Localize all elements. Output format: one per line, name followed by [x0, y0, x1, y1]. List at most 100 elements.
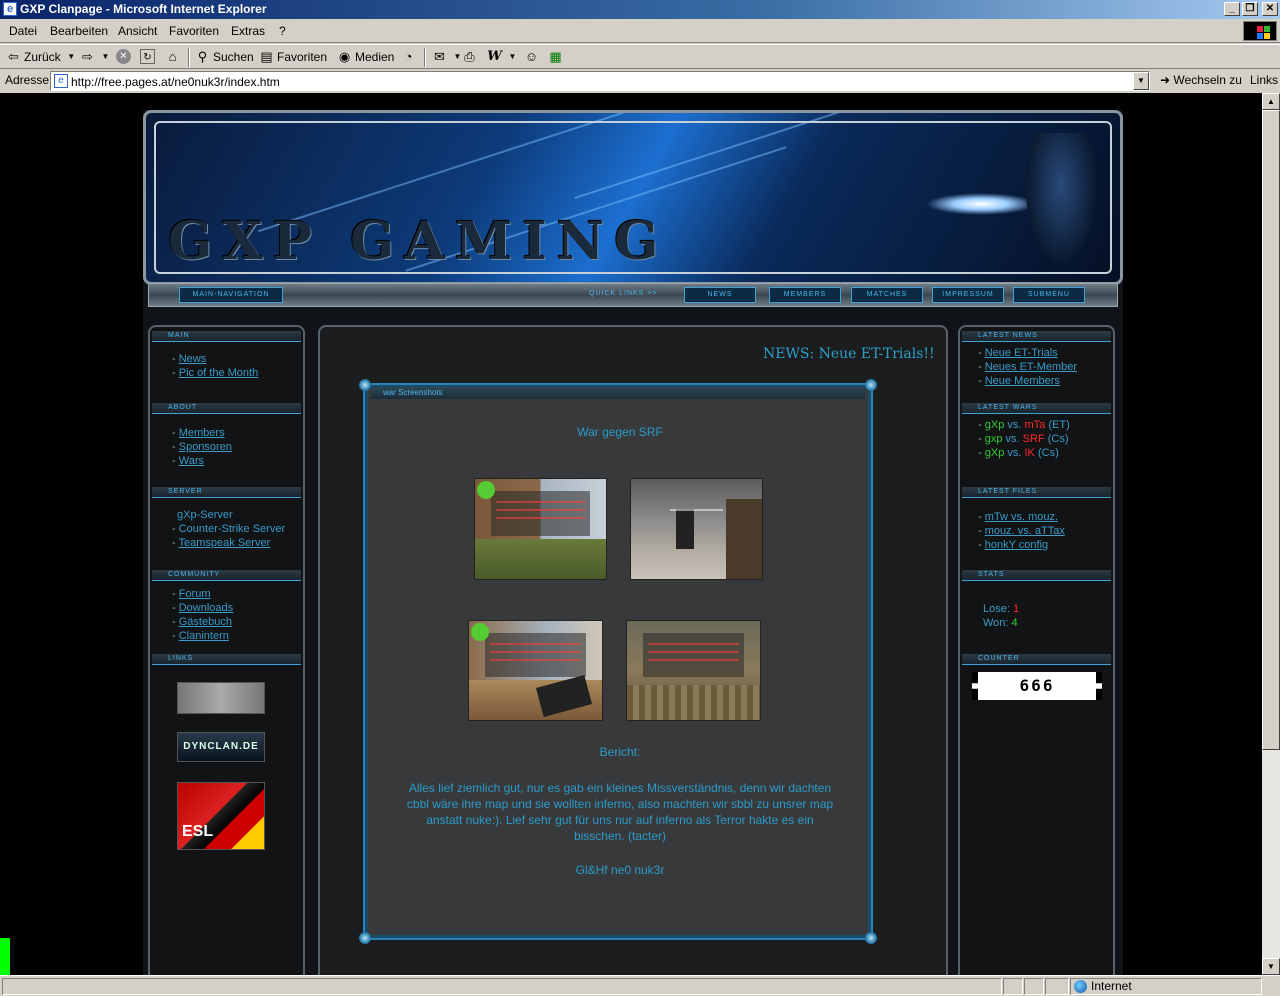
nav-news[interactable]: NEWS: [684, 287, 756, 303]
sidebar-item-members[interactable]: - Members: [172, 427, 225, 439]
sidebar-item-cs-server: - Counter-Strike Server: [172, 523, 286, 535]
visitor-counter: 666: [972, 672, 1102, 700]
research-button[interactable]: ▦: [548, 49, 563, 64]
banner-title: GXP GAMING: [168, 211, 669, 272]
address-label: Adresse: [5, 73, 50, 87]
report-label: Bericht:: [599, 745, 641, 759]
mail-icon: ✉: [434, 49, 445, 64]
latest-wars-heading: LATEST WARS: [962, 403, 1111, 414]
nav-matches[interactable]: MATCHES: [851, 287, 923, 303]
address-bar: Adresse e http://free.pages.at/ne0nuk3r/…: [0, 70, 1280, 92]
clan-site: GXP GAMING MAIN-NAVIGATION QUICK LINKS >…: [143, 110, 1123, 975]
screenshot-thumbnail[interactable]: [468, 620, 603, 721]
latest-files-heading: LATEST FILES: [962, 487, 1111, 498]
address-input[interactable]: e http://free.pages.at/ne0nuk3r/index.ht…: [50, 71, 1150, 91]
mail-button[interactable]: ✉ ▼: [432, 49, 465, 64]
status-cell: [1003, 978, 1023, 995]
dropdown-arrow-icon[interactable]: ▼: [64, 49, 79, 64]
messenger-icon: ☺: [524, 49, 539, 64]
maximize-button[interactable]: ❐: [1242, 2, 1258, 16]
ie-icon: e: [3, 2, 17, 16]
media-button[interactable]: ◉ Medien: [337, 49, 395, 64]
sidebar-item-wars[interactable]: - Wars: [172, 455, 204, 467]
nav-members[interactable]: MEMBERS: [769, 287, 841, 303]
right-sidebar: LATEST NEWS - Neue ET-Trials - Neues ET-…: [958, 325, 1115, 975]
corner-knob: [359, 932, 371, 944]
menu-bar: Datei Bearbeiten Ansicht Favoriten Extra…: [0, 19, 1280, 43]
nav-impressum[interactable]: IMPRESSUM: [932, 287, 1004, 303]
menu-help[interactable]: ?: [279, 24, 286, 38]
edit-button[interactable]: W ▼: [487, 49, 520, 64]
counter-heading: COUNTER: [962, 654, 1111, 665]
file-link[interactable]: - mouz. vs. aTTax: [978, 525, 1065, 537]
dropdown-arrow-icon[interactable]: ▼: [98, 49, 113, 64]
scroll-down-arrow-icon[interactable]: ▼: [1262, 958, 1280, 975]
home-icon: ⌂: [168, 49, 177, 64]
sidebar-item-teamspeak-server[interactable]: - Teamspeak Server: [172, 537, 270, 549]
go-button[interactable]: ➜ Wechseln zu: [1160, 73, 1242, 87]
favorites-label: Favoriten: [277, 49, 328, 64]
back-arrow-icon: ⇦: [8, 49, 19, 64]
latest-news-item[interactable]: - Neue Members: [978, 375, 1060, 387]
minimize-button[interactable]: _: [1224, 2, 1240, 16]
file-link[interactable]: - mTw vs. mouz.: [978, 511, 1058, 523]
history-button[interactable]: ◔: [401, 49, 416, 64]
menu-datei[interactable]: Datei: [9, 24, 37, 38]
stats-lose: Lose: 1: [983, 603, 1020, 615]
links-button[interactable]: Links: [1250, 73, 1278, 87]
media-icon: ◉: [338, 49, 351, 64]
sidebar-item-downloads[interactable]: - Downloads: [172, 602, 233, 614]
address-url[interactable]: http://free.pages.at/ne0nuk3r/index.htm: [71, 75, 280, 89]
close-button[interactable]: ✕: [1262, 2, 1278, 16]
sidebar-item-clanintern[interactable]: - Clanintern: [172, 630, 229, 642]
scrollbar-thumb[interactable]: [1262, 110, 1280, 750]
stop-button[interactable]: ✕: [116, 49, 131, 64]
go-arrow-icon: ➜: [1160, 73, 1171, 87]
status-cell: [1045, 978, 1069, 995]
latest-news-item[interactable]: - Neue ET-Trials: [978, 347, 1058, 359]
screenshot-thumbnail[interactable]: [474, 478, 607, 580]
menu-bearbeiten[interactable]: Bearbeiten: [50, 24, 108, 38]
link-banner-clan[interactable]: [177, 682, 265, 714]
menu-ansicht[interactable]: Ansicht: [118, 24, 157, 38]
history-icon: ◔: [404, 49, 413, 64]
sidebar-item-gaestebuch[interactable]: - Gästebuch: [172, 616, 232, 628]
file-link[interactable]: - honkY config: [978, 539, 1048, 551]
favorites-button[interactable]: ▤ Favoriten: [259, 49, 327, 64]
back-label: Zurück: [24, 49, 61, 64]
search-button[interactable]: ⚲ Suchen: [195, 49, 254, 64]
link-banner-dynclan[interactable]: DYNCLAN.DE: [177, 732, 265, 762]
nav-submenu[interactable]: SUBMENU: [1013, 287, 1085, 303]
screenshot-thumbnail[interactable]: [626, 620, 761, 721]
link-banner-esl[interactable]: ESL: [177, 782, 265, 850]
search-icon: ⚲: [197, 49, 208, 64]
forward-button[interactable]: ⇨ ▼: [80, 49, 113, 64]
latest-news-item[interactable]: - Neues ET-Member: [978, 361, 1077, 373]
status-text-cell: [2, 978, 1002, 995]
messenger-button[interactable]: ☺: [524, 49, 539, 64]
refresh-button[interactable]: ↻: [140, 49, 155, 64]
sidebar-item-forum[interactable]: - Forum: [172, 588, 211, 600]
menu-extras[interactable]: Extras: [231, 24, 265, 38]
site-nav: MAIN-NAVIGATION QUICK LINKS >> NEWS MEMB…: [148, 283, 1118, 307]
media-label: Medien: [355, 49, 395, 64]
sidebar-item-news[interactable]: - News: [172, 353, 206, 365]
print-icon: ⎙: [464, 49, 475, 64]
sidebar-item-pic-of-the-month[interactable]: - Pic of the Month: [172, 367, 258, 379]
menu-favoriten[interactable]: Favoriten: [169, 24, 219, 38]
sidebar-item-sponsoren[interactable]: - Sponsoren: [172, 441, 232, 453]
latest-news-heading: LATEST NEWS: [962, 331, 1111, 342]
windows-logo-icon: [1243, 21, 1277, 41]
scroll-up-arrow-icon[interactable]: ▲: [1262, 93, 1280, 110]
vertical-scrollbar[interactable]: ▲ ▼: [1262, 93, 1280, 975]
corner-knob: [359, 379, 371, 391]
main-navigation-label: MAIN-NAVIGATION: [179, 287, 283, 303]
screenshot-thumbnail[interactable]: [630, 478, 763, 580]
address-dropdown-icon[interactable]: ▼: [1133, 72, 1149, 90]
news-headline[interactable]: NEWS: Neue ET-Trials!!: [763, 346, 935, 362]
dropdown-arrow-icon[interactable]: ▼: [505, 49, 520, 64]
home-button[interactable]: ⌂: [165, 49, 180, 64]
page-icon: e: [54, 74, 68, 88]
back-button[interactable]: ⇦ Zurück ▼: [6, 49, 79, 64]
print-button[interactable]: ⎙: [462, 49, 477, 64]
